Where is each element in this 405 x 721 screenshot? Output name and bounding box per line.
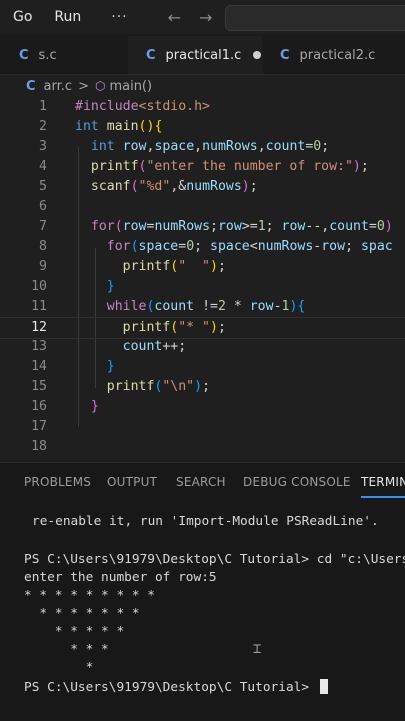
terminal-line: enter the number of row:5 xyxy=(24,570,217,585)
tab-problems[interactable]: PROBLEMS xyxy=(24,475,91,489)
terminal-line: * * * * * * * * * xyxy=(24,588,155,603)
function-cube-icon: ⬡ xyxy=(94,79,106,93)
code-line[interactable]: for(space=0; space<numRows-row; spac xyxy=(75,237,393,257)
code-line[interactable]: int main(){ xyxy=(75,117,162,137)
tab-output[interactable]: OUTPUT xyxy=(107,475,157,489)
terminal-line: * * * xyxy=(24,642,109,657)
breadcrumb-symbol[interactable]: main() xyxy=(109,79,152,94)
text-cursor-ibeam-icon: ⌶ xyxy=(253,641,262,657)
c-file-icon: C xyxy=(146,47,156,63)
code-line[interactable]: #include<stdio.h> xyxy=(75,97,210,117)
line-number-current: 12 xyxy=(31,320,47,335)
line-number: 17 xyxy=(31,419,47,434)
menu-bar: Go Run ··· ← → xyxy=(0,0,405,34)
tab-terminal[interactable]: TERMINAL xyxy=(361,475,405,489)
c-file-icon: C xyxy=(19,47,29,63)
line-number: 11 xyxy=(31,299,47,314)
code-editor[interactable]: 1 #include<stdio.h> 2 int main(){ 3 int ro… xyxy=(0,97,405,460)
line-number: 4 xyxy=(39,159,47,174)
code-line[interactable]: printf("\n"); xyxy=(75,377,210,397)
terminal-cursor xyxy=(319,679,328,694)
line-number: 14 xyxy=(31,359,47,374)
line-number: 1 xyxy=(39,99,47,114)
panel-tabs: PROBLEMS OUTPUT SEARCH DEBUG CONSOLE TER… xyxy=(0,463,405,501)
line-number: 18 xyxy=(31,439,47,454)
code-line[interactable]: int row,space,numRows,count=0; xyxy=(75,137,329,157)
line-number: 13 xyxy=(31,339,47,354)
tab-search[interactable]: SEARCH xyxy=(176,475,226,489)
tab-debug-console[interactable]: DEBUG CONSOLE xyxy=(243,475,351,489)
code-line[interactable]: for(row=numRows;row>=1; row--,count=0) xyxy=(75,217,393,237)
unsaved-dot-icon[interactable] xyxy=(253,51,262,59)
tab-label: practical2.c xyxy=(299,47,376,63)
code-line[interactable]: count++; xyxy=(75,337,187,357)
line-number: 15 xyxy=(31,379,47,394)
code-line[interactable]: } xyxy=(75,277,115,297)
code-line[interactable]: } xyxy=(75,357,115,377)
code-line[interactable]: printf("* "); xyxy=(75,318,226,338)
c-file-icon: C xyxy=(26,78,36,94)
terminal-line: * xyxy=(24,660,94,675)
code-line[interactable]: printf(" "); xyxy=(75,257,226,277)
tab-s-c[interactable]: C s.c xyxy=(0,36,118,74)
line-number: 3 xyxy=(39,139,47,154)
editor-tabs: C s.c C practical1.c C practical2.c xyxy=(0,36,405,75)
terminal[interactable]: re-enable it, run 'Import-Module PSReadL… xyxy=(0,501,405,721)
back-arrow-icon[interactable]: ← xyxy=(168,8,181,27)
breadcrumb-file[interactable]: arr.c xyxy=(44,79,73,94)
menu-run[interactable]: Run xyxy=(54,9,81,25)
breadcrumb-separator: > xyxy=(78,78,89,94)
bottom-panel: PROBLEMS OUTPUT SEARCH DEBUG CONSOLE TER… xyxy=(0,462,405,721)
line-number: 5 xyxy=(39,179,47,194)
code-line[interactable]: printf("enter the number of row:"); xyxy=(75,157,369,177)
tab-practical1-c[interactable]: C practical1.c xyxy=(128,36,263,74)
active-tab-indicator xyxy=(361,496,405,498)
line-number: 9 xyxy=(39,259,47,274)
terminal-line: PS C:\Users\91979\Desktop\C Tutorial> cd… xyxy=(24,552,405,567)
tab-label: practical1.c xyxy=(165,47,242,63)
code-line[interactable]: scanf("%d",&numRows); xyxy=(75,177,258,197)
line-number: 6 xyxy=(39,199,47,214)
command-center-search[interactable] xyxy=(225,5,405,31)
terminal-prompt: PS C:\Users\91979\Desktop\C Tutorial> xyxy=(24,680,317,695)
menu-go[interactable]: Go xyxy=(13,9,32,25)
code-line[interactable]: while(count !=2 * row-1){ xyxy=(75,297,306,317)
terminal-line: * * * * * xyxy=(24,624,125,639)
terminal-line: re-enable it, run 'Import-Module PSReadL… xyxy=(32,514,379,529)
line-number: 7 xyxy=(39,219,47,234)
forward-arrow-icon[interactable]: → xyxy=(199,8,212,27)
c-file-icon: C xyxy=(280,47,290,63)
breadcrumb: C arr.c > ⬡ main() xyxy=(0,75,405,97)
tab-label: s.c xyxy=(38,47,57,63)
line-number: 10 xyxy=(31,279,47,294)
terminal-line: * * * * * * * xyxy=(24,606,140,621)
terminal-prompt-line[interactable]: PS C:\Users\91979\Desktop\C Tutorial> xyxy=(24,679,328,697)
line-number: 2 xyxy=(39,119,47,134)
line-number: 16 xyxy=(31,399,47,414)
code-line[interactable]: } xyxy=(75,397,99,417)
more-menu-icon[interactable]: ··· xyxy=(111,9,127,25)
tab-practical2-c[interactable]: C practical2.c xyxy=(263,36,405,74)
line-number: 8 xyxy=(39,239,47,254)
